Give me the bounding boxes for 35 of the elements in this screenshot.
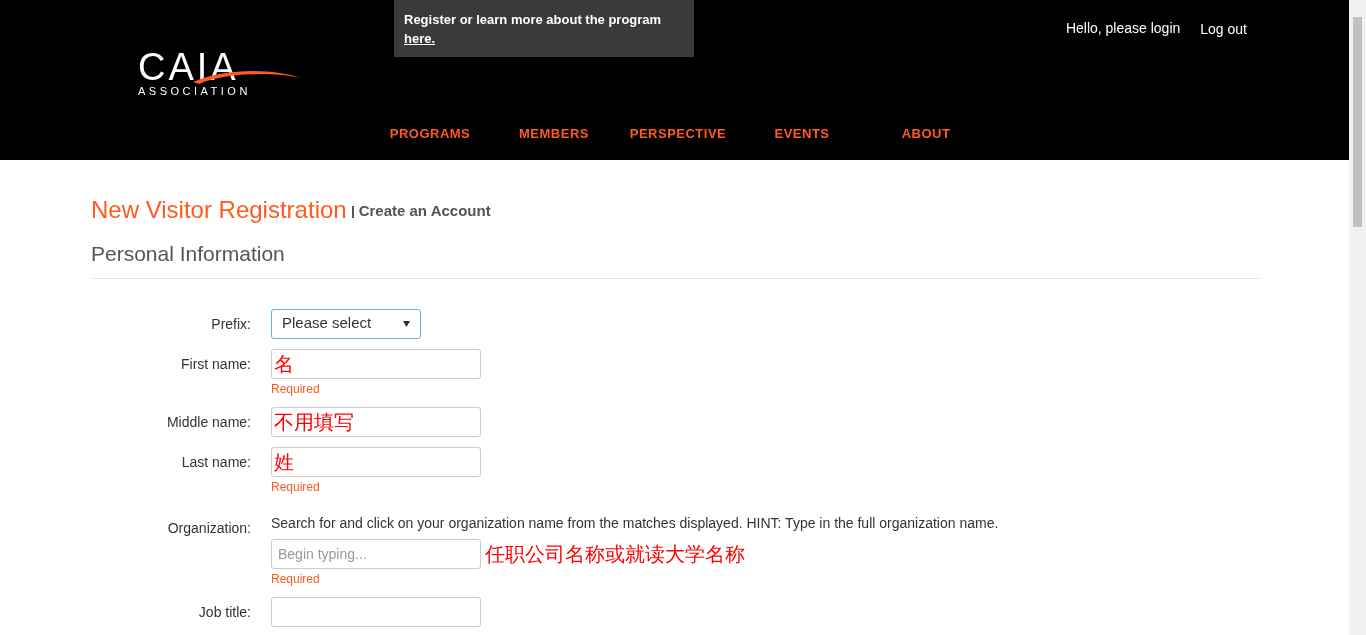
annotation-text: 任职公司名称或就读大学名称 [485, 543, 745, 564]
field-label: Prefix: [211, 314, 251, 334]
nav-link[interactable]: EVENTS [740, 124, 864, 144]
nav-link[interactable]: PROGRAMS [368, 124, 492, 144]
field-label: Middle name: [166, 412, 251, 432]
nav-link[interactable]: MEMBERS [492, 124, 616, 144]
here-link[interactable]: here. [404, 31, 436, 46]
field-label: First name: [181, 354, 251, 374]
greeting-text: Hello, please login [1065, 19, 1181, 38]
nav-link[interactable]: ABOUT [864, 124, 988, 144]
annotation-text: 姓 [274, 449, 294, 474]
section-heading: Personal Information [91, 238, 1261, 279]
scrollbar[interactable] [1349, 0, 1366, 635]
text-field[interactable] [271, 596, 481, 627]
prefix-select[interactable]: Please select [271, 308, 421, 339]
page-title: New Visitor Registration [91, 196, 347, 224]
field-label: Job title: [198, 602, 251, 622]
hint-text: Search for and click on your organization name from the matches displayed. HINT: Type in the full organization name. [271, 514, 999, 531]
page-subtitle: Create an Account [358, 200, 491, 221]
text-field[interactable] [271, 406, 481, 437]
field-label: Last name: [181, 452, 251, 472]
promo-banner: Register or learn more about the program here. [394, 0, 694, 57]
annotation-text: 名 [274, 351, 294, 376]
text-field[interactable] [271, 348, 481, 379]
annotation-text: 不用填写 [274, 409, 354, 434]
required-message: Required [271, 380, 321, 397]
dropdown-caret-icon [403, 320, 410, 327]
nav-link[interactable]: PERSPECTIVE [616, 124, 740, 144]
organization-search-field[interactable]: Begin typing... [271, 538, 481, 569]
field-label: Organization: [167, 518, 251, 538]
text-field[interactable] [271, 446, 481, 477]
required-message: Required [271, 570, 321, 587]
required-message: Required [271, 478, 321, 495]
caia-logo[interactable]: CAIA ASSOCIATION [138, 50, 303, 102]
logout-link[interactable]: Log out [1200, 19, 1247, 40]
